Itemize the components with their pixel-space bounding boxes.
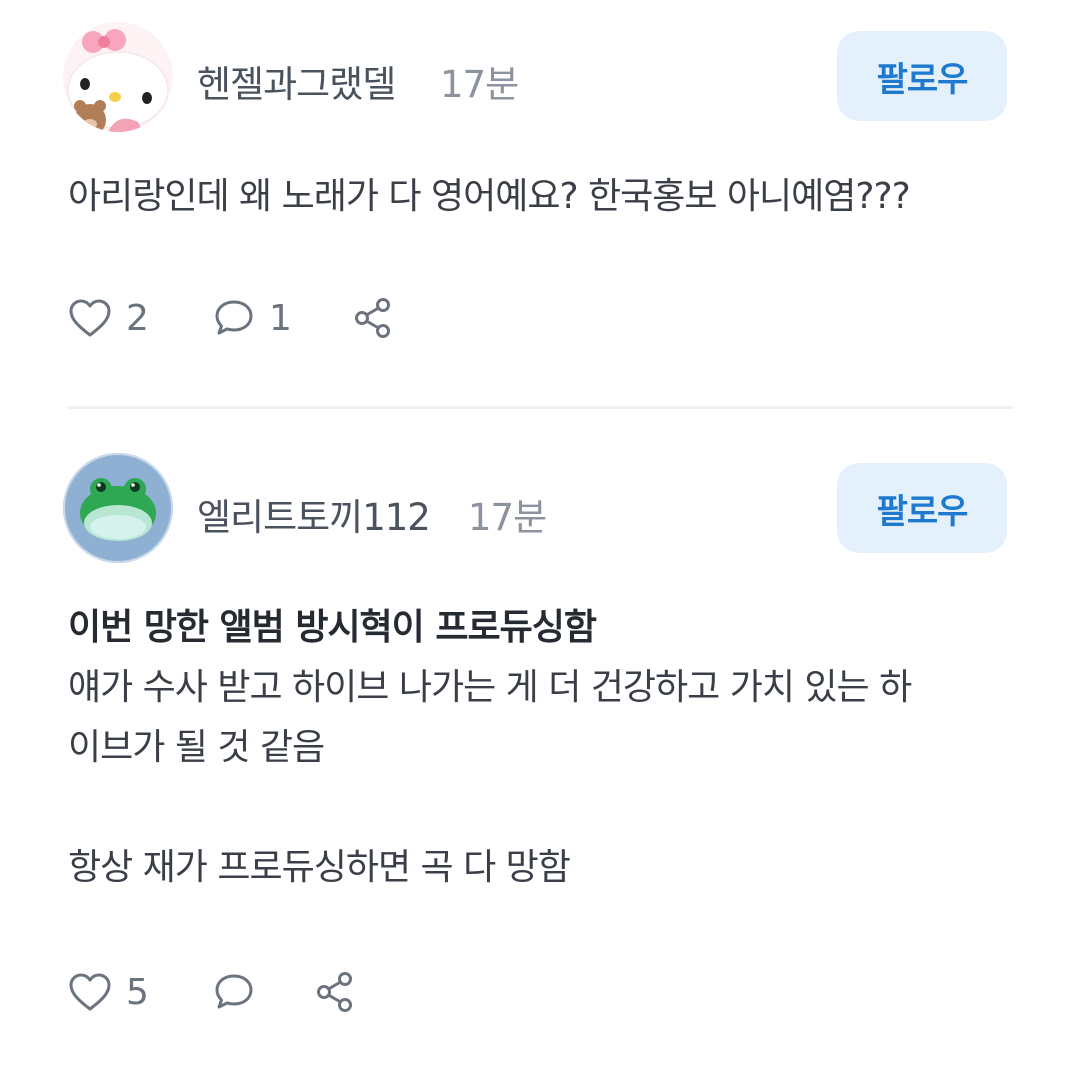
comment-button[interactable] — [213, 972, 315, 1012]
like-button[interactable]: 2 — [68, 298, 213, 339]
post-text: 이번 망한 앨범 방시혁이 프로듀싱함 얘가 수사 받고 하이브 나가는 게 더… — [68, 598, 1028, 898]
share-button[interactable] — [315, 971, 355, 1013]
like-count: 5 — [126, 971, 149, 1013]
comment-bubble-icon — [213, 972, 255, 1012]
like-button[interactable]: 5 — [68, 972, 213, 1013]
username[interactable]: 헨젤과그랬델 — [197, 54, 396, 108]
comment-button[interactable]: 1 — [213, 298, 353, 339]
post-text: 아리랑인데 왜 노래가 다 영어예요? 한국홍보 아니예염??? — [68, 167, 1028, 227]
comment-post: 헨젤과그랬델 17분 팔로우 아리랑인데 왜 노래가 다 영어예요? 한국홍보 … — [0, 0, 1080, 408]
post-text-line: 아리랑인데 왜 노래가 다 영어예요? 한국홍보 아니예염??? — [68, 176, 911, 217]
username[interactable]: 엘리트토끼112 — [197, 487, 431, 541]
action-bar: 5 — [68, 970, 355, 1014]
timestamp: 17분 — [440, 63, 519, 106]
post-text-line: 이브가 될 것 같음 — [68, 727, 325, 768]
share-button[interactable] — [353, 297, 393, 339]
action-bar: 2 1 — [68, 296, 393, 340]
divider — [68, 406, 1013, 409]
heart-icon — [68, 972, 112, 1012]
heart-icon — [68, 298, 112, 338]
comment-post: 엘리트토끼112 17분 팔로우 이번 망한 앨범 방시혁이 프로듀싱함 얘가 … — [0, 410, 1080, 1073]
timestamp: 17분 — [468, 496, 547, 539]
frog-avatar[interactable] — [63, 453, 173, 563]
follow-button[interactable]: 팔로우 — [837, 463, 1007, 553]
hello-kitty-avatar[interactable] — [63, 22, 173, 132]
comment-bubble-icon — [213, 298, 255, 338]
share-icon — [353, 297, 393, 339]
share-icon — [315, 971, 355, 1013]
follow-button[interactable]: 팔로우 — [837, 31, 1007, 121]
comment-count: 1 — [269, 297, 292, 339]
post-text-line: 얘가 수사 받고 하이브 나가는 게 더 건강하고 가치 있는 하 — [68, 667, 912, 708]
like-count: 2 — [126, 297, 149, 339]
post-text-bold-line: 이번 망한 앨범 방시혁이 프로듀싱함 — [68, 607, 597, 648]
post-text-line: 항상 재가 프로듀싱하면 곡 다 망함 — [68, 847, 571, 888]
